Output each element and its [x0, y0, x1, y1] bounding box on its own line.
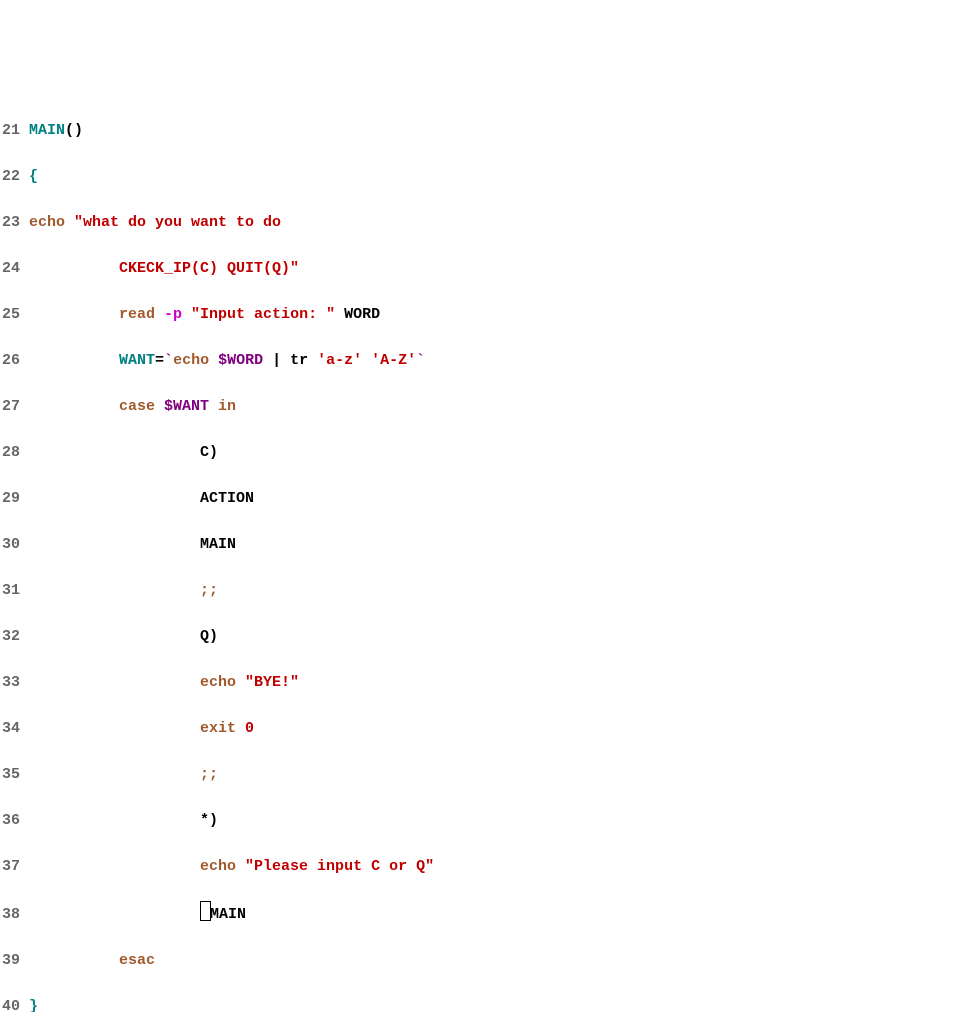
code-line: 24 CKECK_IP(C) QUIT(Q)" — [2, 257, 961, 280]
token-paren: ) — [209, 812, 218, 829]
token-keyword: echo — [173, 352, 218, 369]
token-keyword: case — [119, 398, 164, 415]
token-number: 0 — [245, 720, 254, 737]
token-text: MAIN — [200, 536, 236, 553]
token-parens: () — [65, 122, 83, 139]
code-line: 21 MAIN() — [2, 119, 961, 142]
token-text: MAIN — [210, 906, 246, 923]
code-line: 35 ;; — [2, 763, 961, 786]
code-block: 21MAIN() 22{ 23echo "what do you want to… — [2, 96, 961, 1012]
line-number: 23 — [2, 211, 20, 234]
token-keyword: read — [119, 306, 164, 323]
line-number: 38 — [2, 903, 20, 926]
token-backtick: ` — [164, 352, 173, 369]
token-text: C — [200, 444, 209, 461]
code-line: 38 MAIN — [2, 901, 961, 926]
line-number: 28 — [2, 441, 20, 464]
line-number: 34 — [2, 717, 20, 740]
token-star: * — [200, 812, 209, 829]
token-paren: ) — [209, 444, 218, 461]
line-number: 37 — [2, 855, 20, 878]
code-line: 28 C) — [2, 441, 961, 464]
token-indent — [29, 628, 200, 645]
line-number: 30 — [2, 533, 20, 556]
code-line: 36 *) — [2, 809, 961, 832]
token-string: "what do you want to do — [74, 214, 281, 231]
token-indent — [29, 398, 119, 415]
line-number: 24 — [2, 257, 20, 280]
line-number: 33 — [2, 671, 20, 694]
token-indent — [29, 582, 200, 599]
code-line: 40} — [2, 995, 961, 1012]
token-backtick: ` — [416, 352, 425, 369]
token-indent — [29, 306, 119, 323]
token-text: ACTION — [200, 490, 254, 507]
code-line: 30 MAIN — [2, 533, 961, 556]
token-varref: $WORD — [218, 352, 263, 369]
token-var: WORD — [335, 306, 380, 323]
token-eq: = — [155, 352, 164, 369]
token-keyword: echo — [29, 214, 74, 231]
code-line: 32 Q) — [2, 625, 961, 648]
code-line: 27 case $WANT in — [2, 395, 961, 418]
line-number: 29 — [2, 487, 20, 510]
code-line: 31 ;; — [2, 579, 961, 602]
token-indent — [29, 906, 200, 923]
token-pipe: | tr — [263, 352, 317, 369]
code-line: 34 exit 0 — [2, 717, 961, 740]
line-number: 40 — [2, 995, 20, 1012]
line-number: 22 — [2, 165, 20, 188]
token-sp — [362, 352, 371, 369]
token-indent — [29, 536, 200, 553]
token-keyword: echo — [200, 674, 245, 691]
token-brace: { — [29, 168, 38, 185]
token-indent — [29, 444, 200, 461]
token-string: 'A-Z' — [371, 352, 416, 369]
line-number: 35 — [2, 763, 20, 786]
token-indent — [29, 720, 200, 737]
token-keyword: exit — [200, 720, 245, 737]
token-indent — [29, 674, 200, 691]
token-string: "BYE!" — [245, 674, 299, 691]
token-indent — [29, 490, 200, 507]
token-brace: } — [29, 998, 38, 1012]
token-indent — [29, 766, 200, 783]
code-line: 37 echo "Please input C or Q" — [2, 855, 961, 878]
token-var: WANT — [119, 352, 155, 369]
line-number: 39 — [2, 949, 20, 972]
token-string: CKECK_IP(C) QUIT(Q)" — [29, 260, 299, 277]
token-string: "Input action: " — [191, 306, 335, 323]
code-line: 22 { — [2, 165, 961, 188]
line-number: 25 — [2, 303, 20, 326]
token-semis: ;; — [200, 766, 218, 783]
token-flag: -p — [164, 306, 191, 323]
code-line: 23 echo "what do you want to do — [2, 211, 961, 234]
line-number: 26 — [2, 349, 20, 372]
token-paren: ) — [209, 628, 218, 645]
token-keyword: in — [209, 398, 236, 415]
token-indent — [29, 858, 200, 875]
token-string: 'a-z' — [317, 352, 362, 369]
line-number: 32 — [2, 625, 20, 648]
token-indent — [29, 352, 119, 369]
token-semis: ;; — [200, 582, 218, 599]
token-string: "Please input C or Q" — [245, 858, 434, 875]
token-text: Q — [200, 628, 209, 645]
code-line: 29 ACTION — [2, 487, 961, 510]
token-varref: $WANT — [164, 398, 209, 415]
line-number: 21 — [2, 119, 20, 142]
token-keyword: esac — [119, 952, 155, 969]
code-line: 33 echo "BYE!" — [2, 671, 961, 694]
code-line: 39 esac — [2, 949, 961, 972]
code-line: 25 read -p "Input action: " WORD — [2, 303, 961, 326]
line-number: 31 — [2, 579, 20, 602]
token-indent — [29, 812, 200, 829]
line-number: 27 — [2, 395, 20, 418]
line-number: 36 — [2, 809, 20, 832]
token-keyword: echo — [200, 858, 245, 875]
code-line: 26 WANT=`echo $WORD | tr 'a-z' 'A-Z'` — [2, 349, 961, 372]
token-indent — [29, 952, 119, 969]
token-fn: MAIN — [29, 122, 65, 139]
